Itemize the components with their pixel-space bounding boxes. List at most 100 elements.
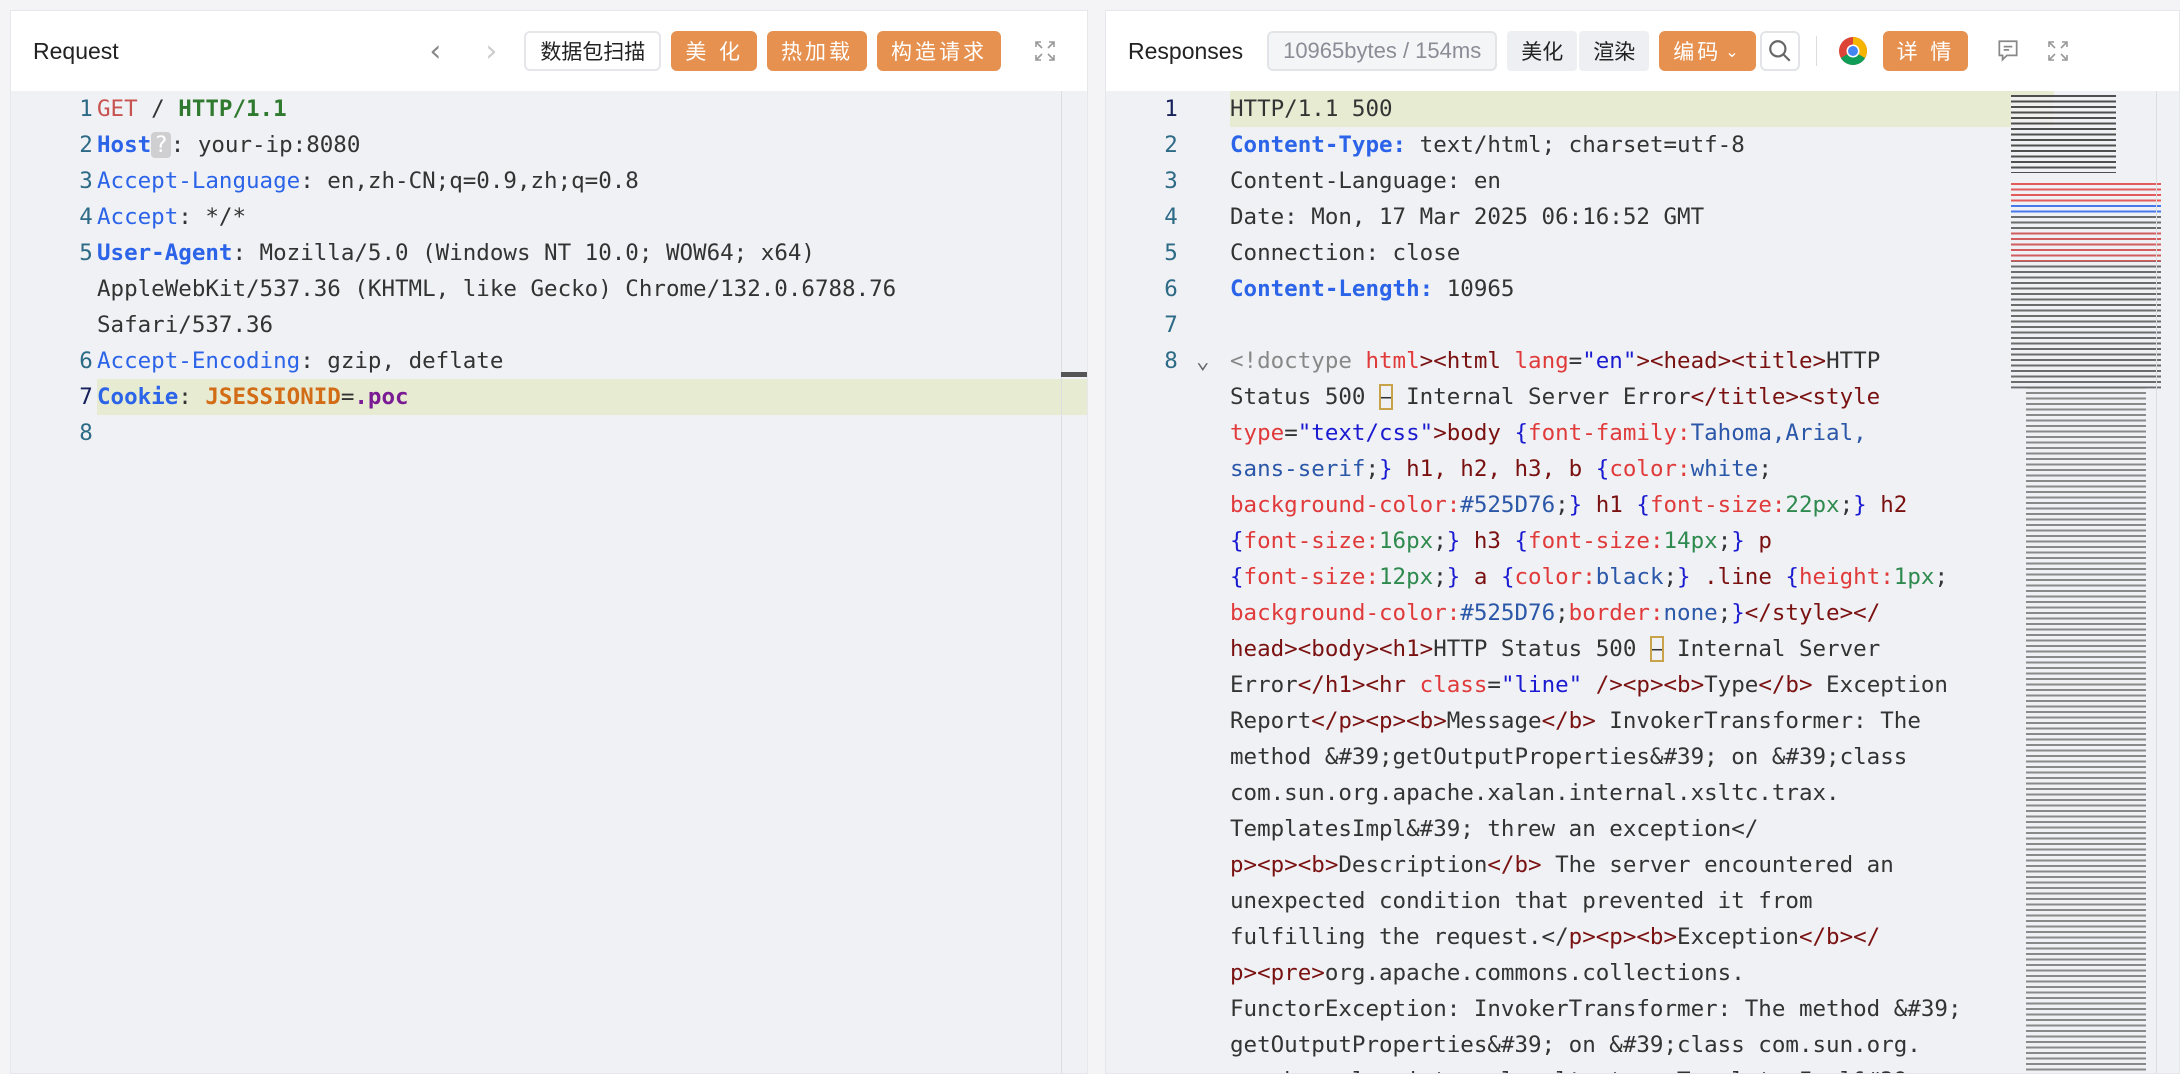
code-line[interactable]: Report</p><p><b>Message</b> InvokerTrans… xyxy=(1106,703,2179,739)
line-number: 3 xyxy=(1164,168,1178,194)
code-text: Error</h1><hr class="line" /><p><b>Type<… xyxy=(1230,667,1962,703)
code-line[interactable]: type="text/css">body {font-family:Tahoma… xyxy=(1106,415,2179,451)
code-token: } xyxy=(1731,528,1745,554)
code-line[interactable]: head><body><h1>HTTP Status 500 – Interna… xyxy=(1106,631,2179,667)
request-editor[interactable]: 1 GET / HTTP/1.1 2 Host?: your-ip:8080 3 Acce… xyxy=(11,91,1087,1073)
code-token: { xyxy=(1595,456,1610,482)
code-text: Content-Length: 10965 xyxy=(1230,271,1514,307)
code-text: Accept-Language: en,zh-CN;q=0.9,zh;q=0.8 xyxy=(97,163,639,199)
beautify-button[interactable]: 美 化 xyxy=(671,31,757,71)
code-line[interactable]: com.sun.org.apache.xalan.internal.xsltc.… xyxy=(1106,775,2179,811)
code-token: { xyxy=(1514,420,1529,446)
details-button[interactable]: 详 情 xyxy=(1882,31,1969,71)
code-token: ; xyxy=(1717,528,1732,554)
code-token: color: xyxy=(1609,456,1691,482)
code-line[interactable]: 7 Cookie: JSESSIONID=.poc xyxy=(11,379,1087,415)
comment-icon[interactable] xyxy=(1988,31,2028,71)
response-scrollbar-track[interactable] xyxy=(2156,91,2157,1073)
line-number: 8 xyxy=(1164,348,1178,374)
code-token: ><html xyxy=(1419,348,1515,374)
code-token: { xyxy=(1230,564,1244,590)
code-line[interactable]: 3 Accept-Language: en,zh-CN;q=0.9,zh;q=0.… xyxy=(11,163,1087,199)
chevron-left-icon[interactable]: ‹ xyxy=(412,34,458,69)
code-token: <!doctype xyxy=(1230,348,1366,374)
code-line[interactable]: FunctorException: InvokerTransformer: Th… xyxy=(1106,991,2179,1027)
code-line[interactable]: p><pre>org.apache.commons.collections. xyxy=(1106,955,2179,991)
code-line[interactable]: 5 User-Agent: Mozilla/5.0 (Windows NT 10.… xyxy=(11,235,1087,271)
code-token: Host xyxy=(97,132,152,158)
code-text: FunctorException: InvokerTransformer: Th… xyxy=(1230,991,1962,1027)
code-token: #525D76 xyxy=(1460,492,1556,518)
code-token: 22px xyxy=(1785,492,1840,518)
chevron-right-icon[interactable]: › xyxy=(468,34,514,69)
code-token: ; xyxy=(1934,564,1948,590)
code-text: com.sun.org.apache.xalan.internal.xsltc.… xyxy=(1230,775,1840,811)
code-line[interactable]: method &#39;getOutputProperties&#39; on … xyxy=(1106,739,2179,775)
code-text: background-color:#525D76;border:none;}</… xyxy=(1230,595,1880,631)
code-token: : your-ip:8080 xyxy=(170,132,361,158)
packet-scan-button[interactable]: 数据包扫描 xyxy=(524,31,662,71)
code-token: JSESSIONID xyxy=(205,384,341,410)
search-icon[interactable] xyxy=(1759,31,1800,71)
code-line[interactable]: 1 GET / HTTP/1.1 xyxy=(11,91,1087,127)
code-token: </title><style xyxy=(1690,384,1894,410)
code-text: Date: Mon, 17 Mar 2025 06:16:52 GMT xyxy=(1230,199,1704,235)
code-text: Content-Language: en xyxy=(1230,163,1501,199)
code-line[interactable]: {font-size:12px;} a {color:black;} .line… xyxy=(1106,559,2179,595)
code-line[interactable]: TemplatesImpl&#39; threw an exception</ xyxy=(1106,811,2179,847)
code-token: .poc xyxy=(354,384,409,410)
response-panel: Responses 10965bytes / 154ms 美化 渲染 编码 ⌄ … xyxy=(1105,10,2180,1074)
code-text: method &#39;getOutputProperties&#39; on … xyxy=(1230,739,1921,775)
code-line[interactable]: 4 Accept: */* xyxy=(11,199,1087,235)
code-line[interactable]: AppleWebKit/537.36 (KHTML, like Gecko) C… xyxy=(11,271,1087,307)
code-token: height: xyxy=(1798,564,1894,590)
code-token: lang xyxy=(1514,348,1569,374)
code-line[interactable]: {font-size:16px;} h3 {font-size:14px;} p xyxy=(1106,523,2179,559)
code-token: /><p><b> xyxy=(1582,672,1705,698)
code-line[interactable]: unexpected condition that prevented it f… xyxy=(1106,883,2179,919)
encoding-dropdown[interactable]: 编码 ⌄ xyxy=(1659,31,1756,71)
code-token: h1 xyxy=(1582,492,1637,518)
code-line[interactable]: background-color:#525D76;border:none;}</… xyxy=(1106,595,2179,631)
code-line[interactable]: 2 Host?: your-ip:8080 xyxy=(11,127,1087,163)
code-token: } xyxy=(1446,528,1461,554)
render-button[interactable]: 渲染 xyxy=(1579,31,1650,71)
hot-load-button[interactable]: 热加载 xyxy=(767,31,867,71)
beautify-button[interactable]: 美化 xyxy=(1507,31,1578,71)
code-token: – xyxy=(1649,636,1664,662)
code-token: "line" xyxy=(1500,672,1583,698)
line-number: 2 xyxy=(1164,132,1178,158)
code-token: </b> xyxy=(1541,708,1596,734)
minimap[interactable] xyxy=(2011,95,2161,1073)
line-number: 5 xyxy=(1164,240,1178,266)
code-line[interactable]: background-color:#525D76;} h1 {font-size… xyxy=(1106,487,2179,523)
construct-request-button[interactable]: 构造请求 xyxy=(877,31,1001,71)
code-token: { xyxy=(1636,492,1650,518)
code-token: } xyxy=(1853,492,1867,518)
code-token: { xyxy=(1514,528,1529,554)
code-line[interactable]: sans-serif;} h1, h2, h3, b {color:white; xyxy=(1106,451,2179,487)
code-line[interactable]: p><p><b>Description</b> The server encou… xyxy=(1106,847,2179,883)
code-line[interactable]: 8 xyxy=(11,415,1087,451)
chrome-icon[interactable] xyxy=(1833,31,1873,71)
code-line[interactable]: getOutputProperties&#39; on &#39;class c… xyxy=(1106,1027,2179,1063)
response-stats-badge: 10965bytes / 154ms xyxy=(1267,31,1498,71)
code-text: Connection: close xyxy=(1230,235,1460,271)
code-token: head><body><h1> xyxy=(1230,636,1434,662)
fold-chevron-icon[interactable]: ⌄ xyxy=(1196,343,1210,379)
code-line[interactable]: fulfilling the request.</p><p><b>Excepti… xyxy=(1106,919,2179,955)
expand-icon[interactable] xyxy=(2038,31,2078,71)
code-token: type xyxy=(1230,420,1285,446)
code-token: FunctorException: InvokerTransformer: Th… xyxy=(1230,996,1962,1022)
code-token: AppleWebKit/537.36 (KHTML, like Gecko) C… xyxy=(97,276,910,302)
code-line[interactable]: apache.xalan.internal.xsltc.trax.Templat… xyxy=(1106,1063,2179,1073)
request-scrollbar-track[interactable] xyxy=(1061,91,1062,1073)
code-text: Safari/537.36 xyxy=(97,307,273,343)
expand-icon[interactable] xyxy=(1025,31,1065,71)
line-number: 6 xyxy=(1164,276,1178,302)
code-line[interactable]: Error</h1><hr class="line" /><p><b>Type<… xyxy=(1106,667,2179,703)
code-line[interactable]: 6 Accept-Encoding: gzip, deflate xyxy=(11,343,1087,379)
line-number: 1 xyxy=(1164,96,1178,122)
code-text: fulfilling the request.</p><p><b>Excepti… xyxy=(1230,919,1880,955)
code-line[interactable]: Safari/537.36 xyxy=(11,307,1087,343)
